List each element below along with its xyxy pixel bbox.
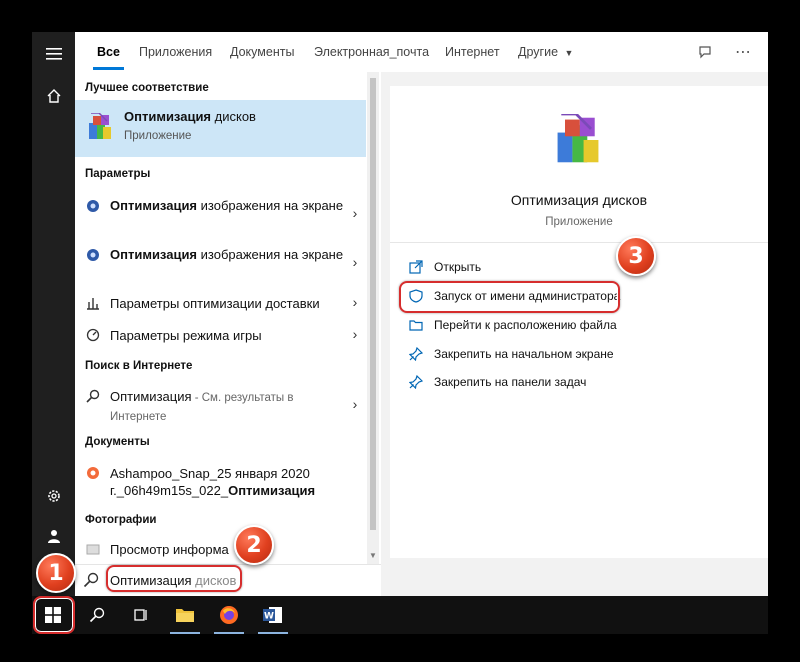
game-mode-icon bbox=[85, 327, 101, 343]
preview-divider bbox=[390, 242, 768, 243]
hamburger-menu-icon[interactable] bbox=[32, 34, 75, 74]
settings-item-text: Параметры режима игры bbox=[110, 328, 262, 343]
action-open[interactable]: Открыть bbox=[408, 258, 481, 276]
svg-text:W: W bbox=[264, 612, 274, 622]
photo-item-text: Просмотр информа bbox=[110, 542, 229, 557]
home-icon[interactable] bbox=[32, 76, 75, 116]
defrag-app-icon bbox=[87, 112, 113, 141]
tab-email[interactable]: Электронная_почта bbox=[314, 32, 429, 72]
folder-icon bbox=[176, 609, 194, 622]
results-scrollbar[interactable]: ▼ bbox=[367, 72, 379, 564]
settings-item-text: изображения на экране bbox=[197, 247, 344, 262]
highlight-run-as-admin bbox=[399, 281, 620, 313]
search-icon bbox=[83, 572, 99, 593]
firefox-icon bbox=[220, 606, 238, 624]
chevron-right-icon[interactable]: › bbox=[348, 326, 362, 342]
pin-icon bbox=[408, 346, 424, 362]
settings-gear-icon[interactable] bbox=[32, 476, 75, 516]
settings-item[interactable]: Параметры режима игры › bbox=[75, 326, 366, 346]
action-open-label: Открыть bbox=[434, 260, 482, 274]
taskbar: W bbox=[32, 596, 768, 634]
settings-item-text: изображения на экране bbox=[197, 198, 344, 213]
firefox-button[interactable] bbox=[208, 596, 250, 634]
scrollbar-thumb[interactable] bbox=[370, 78, 376, 530]
action-open-file-location-label: Перейти к расположению файла bbox=[434, 318, 617, 332]
web-item-bold: Оптимизация bbox=[110, 389, 192, 404]
settings-item-bold: Оптимизация bbox=[110, 247, 198, 262]
action-pin-to-start-label: Закрепить на начальном экране bbox=[434, 347, 614, 361]
search-icon bbox=[85, 388, 101, 404]
task-view-button[interactable] bbox=[120, 596, 162, 634]
settings-item[interactable]: Оптимизация изображения на экране › bbox=[75, 244, 366, 282]
action-pin-to-start[interactable]: Закрепить на начальном экране bbox=[408, 345, 614, 363]
taskbar-search-button[interactable] bbox=[76, 596, 118, 634]
display-settings-icon bbox=[85, 247, 101, 263]
preview-title: Оптимизация дисков bbox=[510, 192, 648, 208]
web-search-item[interactable]: Оптимизация - См. результаты в Интернете… bbox=[75, 386, 366, 424]
scroll-down-arrow-icon[interactable]: ▼ bbox=[367, 550, 379, 562]
section-heading-settings: Параметры bbox=[85, 168, 151, 180]
defrag-app-large-icon bbox=[553, 112, 603, 166]
photo-item[interactable]: Просмотр информа bbox=[75, 540, 366, 560]
settings-item[interactable]: Параметры оптимизации доставки › bbox=[75, 294, 366, 314]
action-open-file-location[interactable]: Перейти к расположению файла bbox=[408, 316, 617, 334]
folder-icon bbox=[408, 317, 424, 333]
section-heading-best-match: Лучшее соответствие bbox=[85, 82, 209, 94]
task-view-icon bbox=[134, 609, 147, 621]
best-match-title-rest: дисков bbox=[211, 109, 256, 124]
tab-documents[interactable]: Документы bbox=[230, 32, 294, 72]
settings-item-bold: Оптимизация bbox=[110, 198, 198, 213]
step-badge-1: 1 bbox=[36, 553, 76, 593]
results-list: Лучшее соответствие Оптимизация дисков П… bbox=[75, 72, 381, 564]
start-rail bbox=[32, 32, 75, 596]
best-match-title: Оптимизация дисков bbox=[124, 109, 256, 124]
action-pin-to-taskbar-label: Закрепить на панели задач bbox=[434, 375, 587, 389]
tab-more[interactable]: Другие ▼ bbox=[518, 32, 573, 72]
preview-card: Оптимизация дисков Приложение Открыть За… bbox=[390, 86, 768, 558]
chevron-right-icon[interactable]: › bbox=[348, 205, 362, 221]
step-badge-2: 2 bbox=[234, 525, 274, 565]
section-heading-photos: Фотографии bbox=[85, 514, 157, 526]
search-filter-tabs: Все Приложения Документы Электронная_поч… bbox=[75, 32, 768, 72]
more-options-icon[interactable]: ⋯ bbox=[731, 40, 755, 64]
section-heading-documents: Документы bbox=[85, 436, 150, 448]
search-icon bbox=[89, 607, 105, 623]
best-match-subtitle: Приложение bbox=[124, 130, 192, 142]
chevron-right-icon[interactable]: › bbox=[348, 294, 362, 310]
word-icon: W bbox=[263, 607, 282, 623]
highlight-search-input bbox=[106, 565, 242, 592]
tab-apps[interactable]: Приложения bbox=[139, 32, 212, 72]
best-match-title-bold: Оптимизация bbox=[124, 109, 212, 124]
step-badge-3: 3 bbox=[616, 236, 656, 276]
photo-icon bbox=[85, 541, 101, 557]
chevron-right-icon[interactable]: › bbox=[348, 396, 362, 412]
highlight-start-button bbox=[33, 596, 75, 634]
tab-web[interactable]: Интернет bbox=[445, 32, 500, 72]
section-heading-web: Поиск в Интернете bbox=[85, 360, 193, 372]
tab-all[interactable]: Все bbox=[93, 32, 124, 72]
display-settings-icon bbox=[85, 198, 101, 214]
word-button[interactable]: W bbox=[252, 596, 294, 634]
settings-item[interactable]: Оптимизация изображения на экране › bbox=[75, 195, 366, 233]
delivery-optimization-icon bbox=[85, 295, 101, 311]
document-item[interactable]: Ashampoo_Snap_25 января 2020 г._06h49m15… bbox=[75, 463, 366, 501]
preview-pane: Оптимизация дисков Приложение Открыть За… bbox=[381, 72, 768, 596]
document-item-bold: Оптимизация bbox=[228, 483, 316, 498]
settings-item-text: Параметры оптимизации доставки bbox=[110, 296, 320, 311]
preview-subtitle: Приложение bbox=[545, 216, 613, 228]
file-explorer-button[interactable] bbox=[164, 596, 206, 634]
action-pin-to-taskbar[interactable]: Закрепить на панели задач bbox=[408, 373, 586, 391]
user-account-icon[interactable] bbox=[32, 516, 75, 556]
ashampoo-snap-icon bbox=[85, 465, 101, 481]
pin-icon bbox=[408, 374, 424, 390]
tab-more-label: Другие bbox=[518, 45, 559, 59]
feedback-icon[interactable] bbox=[693, 40, 717, 64]
open-icon bbox=[408, 259, 424, 275]
best-match-item[interactable]: Оптимизация дисков Приложение bbox=[75, 100, 366, 157]
chevron-down-icon: ▼ bbox=[564, 48, 574, 58]
chevron-right-icon[interactable]: › bbox=[348, 254, 362, 270]
